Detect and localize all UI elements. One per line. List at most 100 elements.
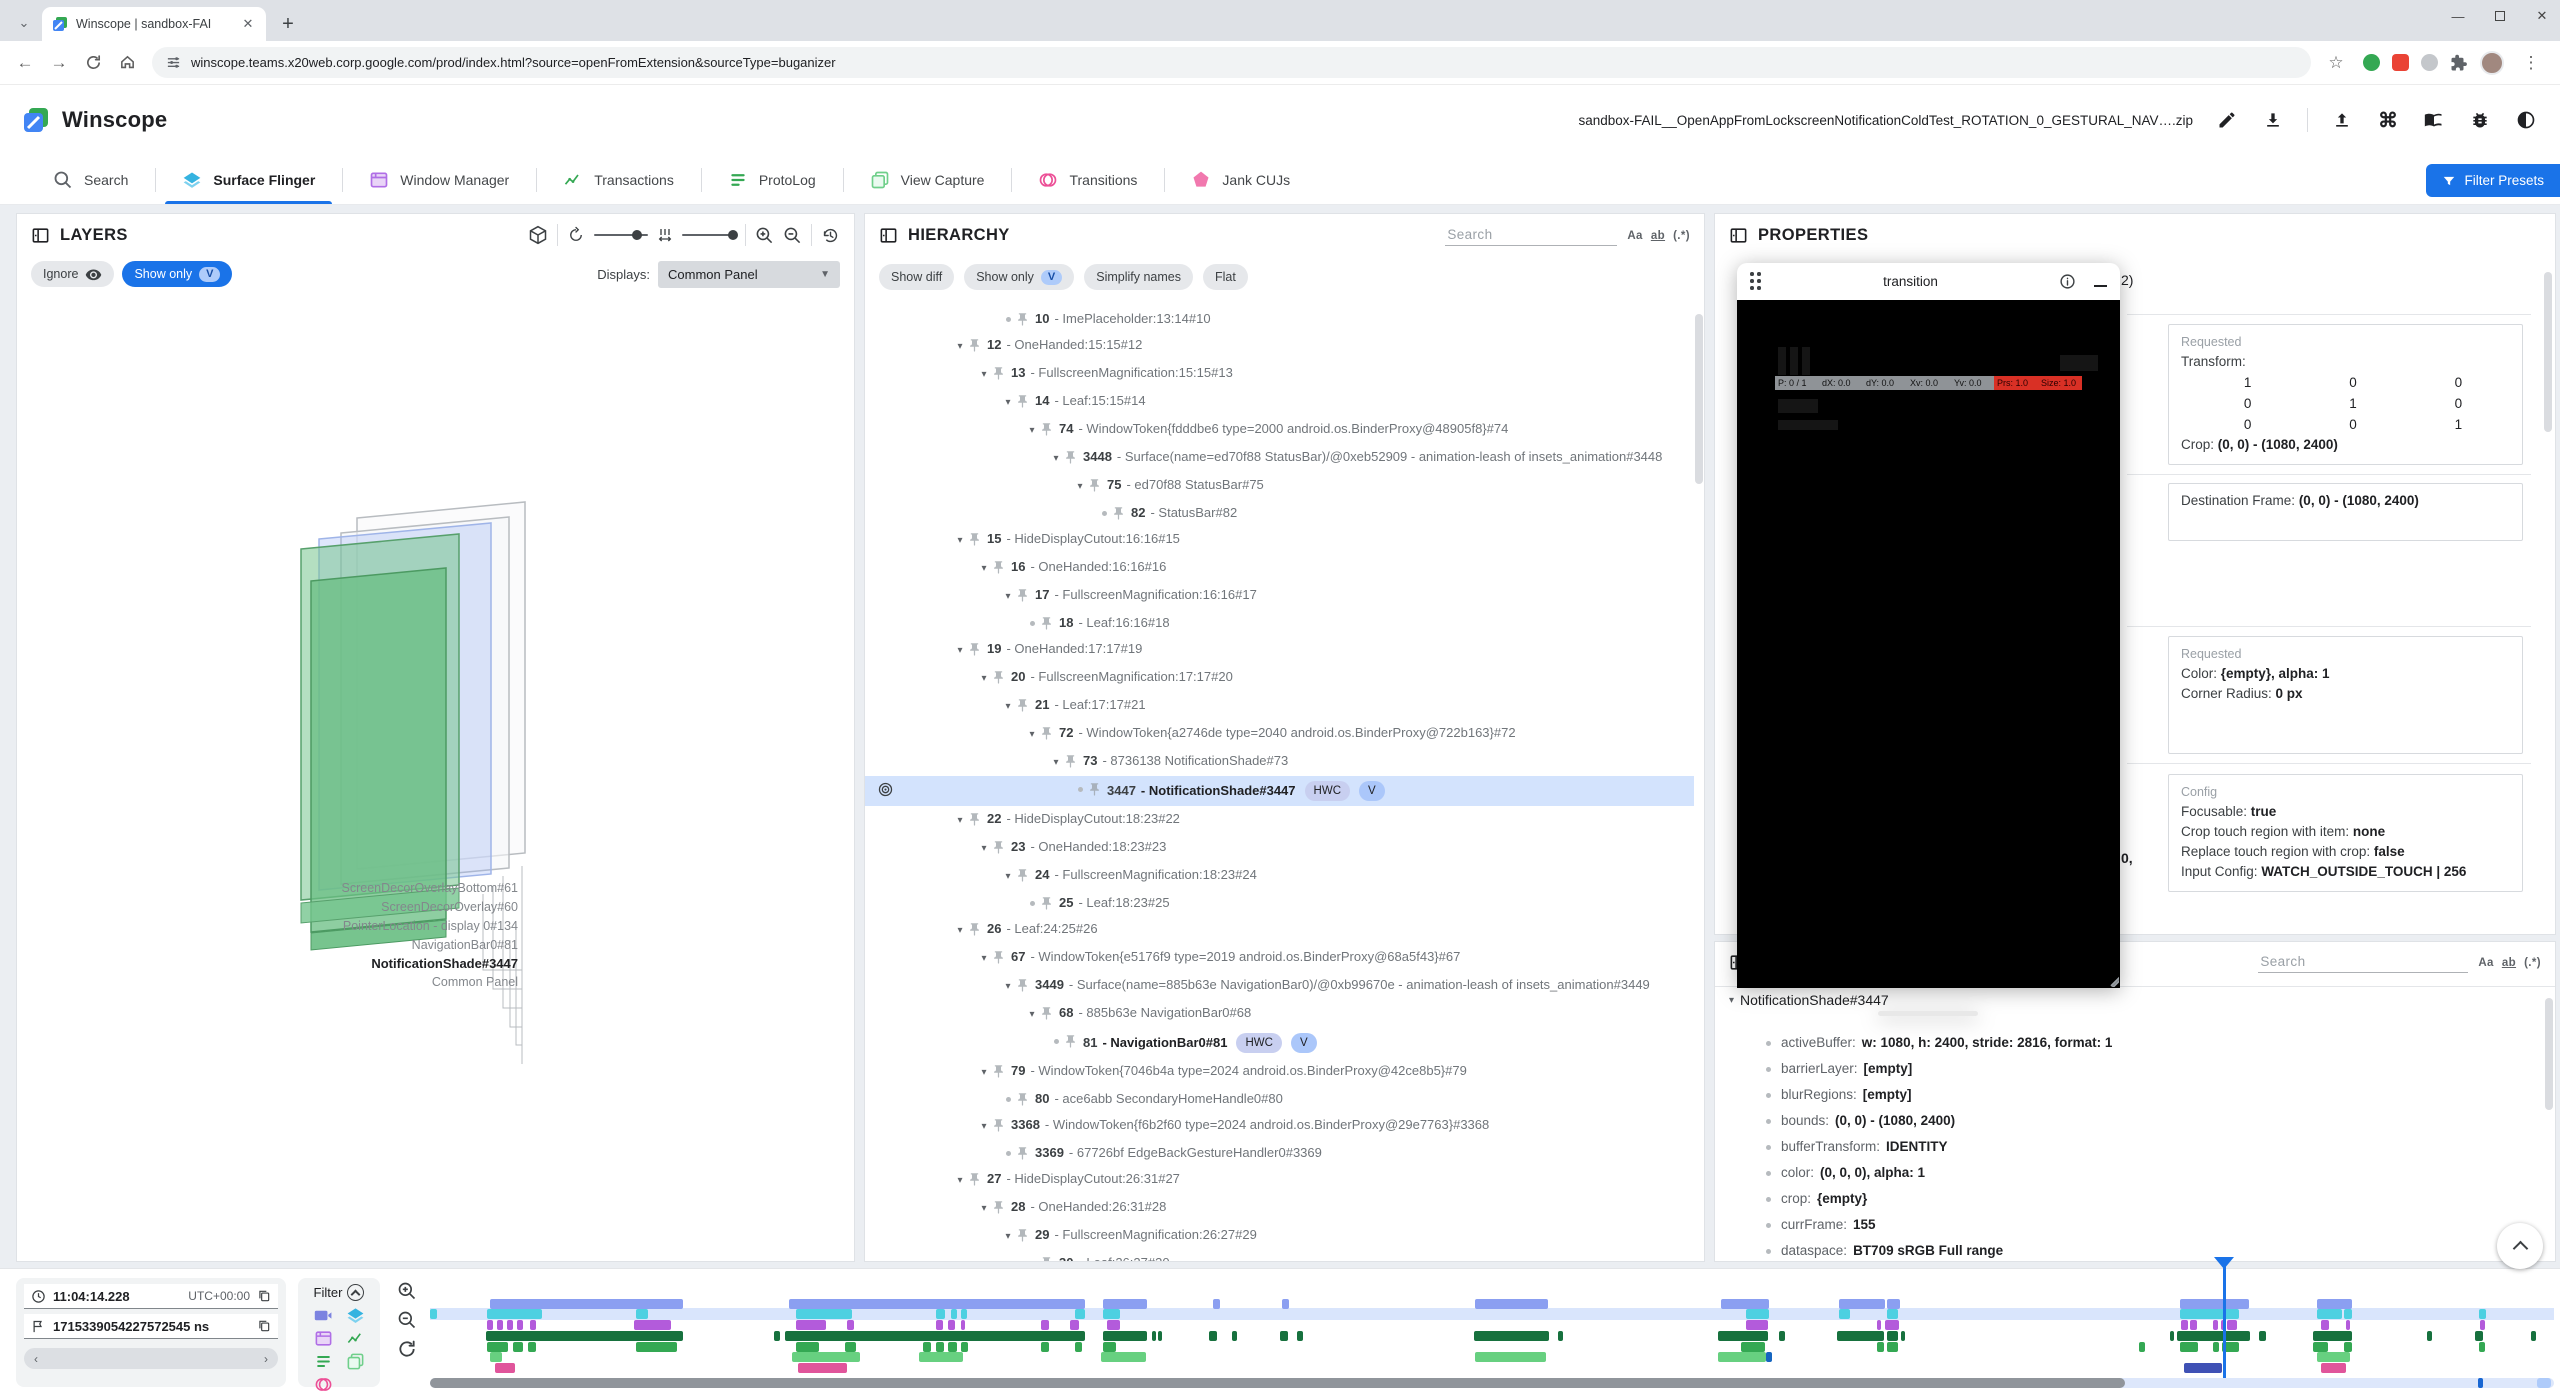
- extension-icon[interactable]: [2363, 54, 2380, 71]
- protolog-entry[interactable]: [1075, 1342, 1082, 1352]
- transitions-entry[interactable]: [2184, 1363, 2222, 1373]
- protolog-entry[interactable]: [2139, 1342, 2145, 1352]
- collapse-caret-icon[interactable]: ▾: [953, 643, 967, 659]
- protolog-entry[interactable]: [948, 1342, 956, 1352]
- window-manager-entry[interactable]: [1041, 1320, 1049, 1330]
- minimap-range-thumb[interactable]: [430, 1378, 2125, 1388]
- tree-node-17[interactable]: ▾17- FullscreenMagnification:16:16#17: [865, 582, 1694, 610]
- window-manager-entry[interactable]: [847, 1320, 854, 1330]
- pin-icon[interactable]: [1063, 1034, 1083, 1049]
- zoom-out-icon[interactable]: [397, 1310, 417, 1330]
- tree-node-82[interactable]: 82- StatusBar#82: [865, 500, 1694, 526]
- property-node-activeBuffer[interactable]: activeBuffer:w: 1080, h: 2400, stride: 2…: [1715, 1030, 2543, 1056]
- tree-node-21[interactable]: ▾21- Leaf:17:17#21: [865, 692, 1694, 720]
- pin-icon[interactable]: [1015, 698, 1035, 713]
- collapse-caret-icon[interactable]: ▾: [977, 1119, 991, 1135]
- transactions-entry[interactable]: [1718, 1331, 1768, 1341]
- window-manager-entry[interactable]: [530, 1320, 536, 1330]
- protolog-entry[interactable]: [923, 1342, 931, 1352]
- pin-icon[interactable]: [1015, 1228, 1035, 1243]
- protolog-entry[interactable]: [2213, 1342, 2219, 1352]
- window-manager-entry[interactable]: [961, 1320, 966, 1330]
- collapse-caret-icon[interactable]: ▾: [977, 561, 991, 577]
- url-bar[interactable]: winscope.teams.x20web.corp.google.com/pr…: [152, 47, 2311, 78]
- browser-tab[interactable]: Winscope | sandbox-FAI ✕: [42, 7, 266, 41]
- pin-icon[interactable]: [967, 338, 987, 353]
- properties-search-input[interactable]: Search: [2258, 951, 2468, 973]
- transactions-trace-icon[interactable]: [346, 1329, 365, 1348]
- viewcapture-trace-icon[interactable]: [346, 1352, 365, 1371]
- tab-search[interactable]: Search: [26, 155, 155, 204]
- transactions-entry[interactable]: [1474, 1331, 1549, 1341]
- tree-node-18[interactable]: 18- Leaf:16:16#18: [865, 610, 1694, 636]
- view-capture-entry[interactable]: [792, 1352, 860, 1362]
- tab-surface-flinger[interactable]: Surface Flinger: [155, 155, 342, 204]
- maximize-icon[interactable]: [2492, 8, 2508, 24]
- tab-transactions[interactable]: Transactions: [536, 155, 701, 204]
- transactions-entry[interactable]: [1558, 1331, 1563, 1341]
- pin-icon[interactable]: [1039, 422, 1059, 437]
- transactions-entry[interactable]: [2259, 1331, 2266, 1341]
- pin-icon[interactable]: [967, 812, 987, 827]
- regex-icon[interactable]: (.*): [1673, 230, 1690, 242]
- theme-toggle-icon[interactable]: [2514, 108, 2538, 132]
- pin-icon[interactable]: [967, 642, 987, 657]
- collapse-caret-icon[interactable]: ▾: [977, 1065, 991, 1081]
- transactions-entry[interactable]: [1280, 1331, 1288, 1341]
- collapse-caret-icon[interactable]: ▾: [953, 339, 967, 355]
- pin-icon[interactable]: [991, 366, 1011, 381]
- screen-recording-trace-icon[interactable]: [314, 1306, 333, 1325]
- pin-icon[interactable]: [967, 922, 987, 937]
- window-manager-entry[interactable]: [2190, 1320, 2197, 1330]
- surface-flinger-entry[interactable]: [636, 1309, 648, 1319]
- collapse-panel-icon[interactable]: [1729, 226, 1748, 245]
- protolog-entry[interactable]: [936, 1342, 944, 1352]
- collapse-caret-icon[interactable]: ▾: [1001, 1229, 1015, 1245]
- transitions-entry[interactable]: [798, 1363, 847, 1373]
- tree-node-81[interactable]: 81- NavigationBar0#81HWCV: [865, 1028, 1694, 1058]
- copy-icon[interactable]: [257, 1319, 271, 1333]
- screen-recording-entry[interactable]: [1475, 1299, 1548, 1309]
- layer-label[interactable]: ScreenDecorOverlay#60: [381, 900, 518, 914]
- property-node-color[interactable]: color:(0, 0, 0), alpha: 1: [1715, 1160, 2543, 1186]
- layers-3d-view[interactable]: ScreenDecorOverlayBottom#61 ScreenDecorOv…: [17, 294, 854, 1261]
- window-manager-entry[interactable]: [487, 1320, 493, 1330]
- filter-presets-button[interactable]: Filter Presets: [2426, 164, 2560, 197]
- spacing-slider[interactable]: [682, 234, 736, 236]
- extension-icon[interactable]: [2421, 54, 2438, 71]
- screen-recording-entry[interactable]: [1103, 1299, 1147, 1309]
- close-icon[interactable]: ✕: [2534, 8, 2550, 24]
- transition-screenshot-window[interactable]: transition P: 0 / 1dX: 0.0dY: 0.0Xv: 0.0…: [1737, 263, 2120, 988]
- pin-icon[interactable]: [1087, 478, 1107, 493]
- transactions-entry[interactable]: [1297, 1331, 1303, 1341]
- screen-recording-entry[interactable]: [2180, 1299, 2249, 1309]
- transitions-entry[interactable]: [495, 1363, 515, 1373]
- layer-label[interactable]: ScreenDecorOverlayBottom#61: [342, 881, 518, 895]
- tree-node-20[interactable]: ▾20- FullscreenMagnification:17:17#20: [865, 664, 1694, 692]
- tab-window-manager[interactable]: Window Manager: [342, 155, 536, 204]
- collapse-caret-icon[interactable]: ▾: [1025, 423, 1039, 439]
- protolog-entry[interactable]: [1103, 1342, 1116, 1352]
- surface-flinger-entry[interactable]: [1103, 1309, 1120, 1319]
- home-icon[interactable]: [112, 48, 142, 78]
- transactions-entry[interactable]: [2427, 1331, 2432, 1341]
- tree-node-67[interactable]: ▾67- WindowToken{e5176f9 type=2019 andro…: [865, 944, 1694, 972]
- tree-node-3448[interactable]: ▾3448- Surface(name=ed70f88 StatusBar)/@…: [865, 444, 1694, 472]
- screen-recording-entry[interactable]: [490, 1299, 683, 1309]
- protolog-entry[interactable]: [845, 1342, 856, 1352]
- tree-node-73[interactable]: ▾73- 8736138 NotificationShade#73: [865, 748, 1694, 776]
- tree-node-27[interactable]: ▾27- HideDisplayCutout:26:31#27: [865, 1166, 1694, 1194]
- collapse-caret-icon[interactable]: ▾: [953, 923, 967, 939]
- pin-icon[interactable]: [1039, 1006, 1059, 1021]
- transactions-entry[interactable]: [1152, 1331, 1156, 1341]
- back-icon[interactable]: ←: [10, 48, 40, 78]
- surface-flinger-entry[interactable]: [2479, 1309, 2486, 1319]
- tree-node-3447[interactable]: 3447- NotificationShade#3447HWCV: [865, 776, 1694, 806]
- tree-node-80[interactable]: 80- ace6abb SecondaryHomeHandle0#80: [865, 1086, 1694, 1112]
- window-manager-entry[interactable]: [1070, 1320, 1079, 1330]
- property-node-dataspace[interactable]: dataspace:BT709 sRGB Full range: [1715, 1238, 2543, 1261]
- pin-icon[interactable]: [1039, 896, 1059, 911]
- tree-node-14[interactable]: ▾14- Leaf:15:15#14: [865, 388, 1694, 416]
- collapse-caret-icon[interactable]: ▾: [1001, 395, 1015, 411]
- window-manager-entry[interactable]: [2321, 1320, 2329, 1330]
